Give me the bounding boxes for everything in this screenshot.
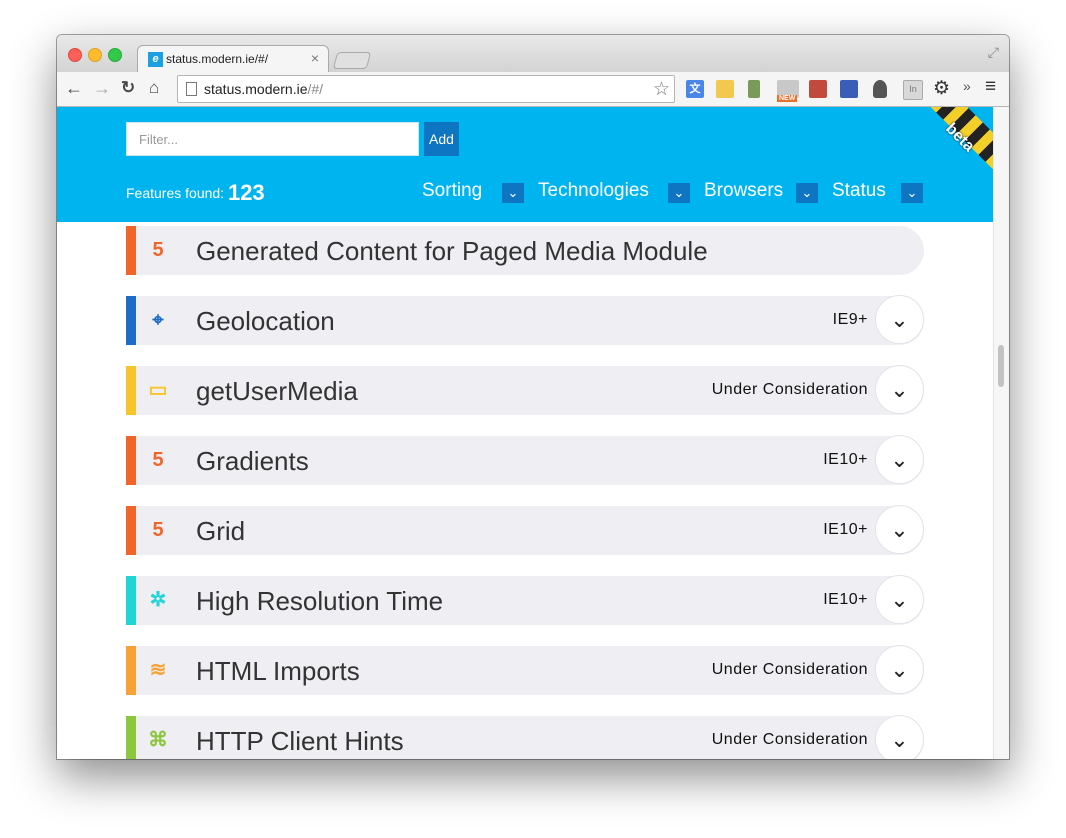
chevron-down-icon[interactable]: ⌄ [901,183,923,203]
feature-status: Under Consideration [711,731,868,748]
feature-row[interactable]: ✲ High Resolution Time IE10+ ⌄ [126,575,924,625]
tab-close-icon[interactable]: × [311,50,319,66]
feature-name: HTML Imports [196,656,360,686]
status-header: Add Features found: 123 Sorting ⌄ Techno… [57,107,1009,222]
feature-row[interactable]: ≋ HTML Imports Under Consideration ⌄ [126,645,924,695]
extension-icon[interactable] [748,80,760,98]
chevron-down-icon[interactable]: ⌄ [875,435,924,484]
browser-window: e status.modern.ie/#/ × ⤢ ← → ↻ ⌂ status… [57,35,1009,759]
address-bar[interactable]: status.modern.ie/#/ ☆ [177,75,675,103]
fullscreen-icon[interactable]: ⤢ [988,44,999,61]
feature-status: IE9+ [832,311,868,328]
feature-row[interactable]: ▭ getUserMedia Under Consideration ⌄ [126,365,924,415]
feature-color-bar [126,296,136,345]
html5-icon: 5 [152,239,164,261]
filter-input[interactable] [126,122,419,156]
scrollbar[interactable] [993,107,1009,759]
more-extensions-icon[interactable]: » [963,78,971,94]
feature-status: Under Consideration [711,381,868,398]
feature-row[interactable]: 5 Grid IE10+ ⌄ [126,505,924,555]
feature-color-bar [126,716,136,759]
forward-icon[interactable]: → [93,77,111,99]
gear-icon[interactable]: ⚙ [933,77,950,100]
ie-favicon-icon: e [148,52,163,67]
chevron-down-icon[interactable]: ⌄ [875,715,924,759]
feature-color-bar [126,506,136,555]
feature-status: Under Consideration [711,661,868,678]
feature-name: Generated Content for Paged Media Module [196,236,708,266]
feature-row[interactable]: ⌖ Geolocation IE9+ ⌄ [126,295,924,345]
technologies-dropdown[interactable]: Technologies [538,180,649,202]
linkedin-extension-icon[interactable]: In [903,80,923,100]
feature-color-bar [126,576,136,625]
html5-icon: 5 [152,449,164,471]
extension-icon[interactable] [809,80,827,98]
feature-name: Geolocation [196,306,335,336]
feature-name: getUserMedia [196,376,358,406]
sorting-dropdown[interactable]: Sorting [422,180,482,202]
status-dropdown[interactable]: Status [832,180,886,202]
feature-name: Grid [196,516,246,546]
home-icon[interactable]: ⌂ [149,77,159,99]
features-count: 123 [227,180,265,205]
chevron-down-icon[interactable]: ⌄ [502,183,524,203]
reload-icon[interactable]: ↻ [121,77,135,99]
chevron-down-icon[interactable]: ⌄ [796,183,818,203]
browser-tab[interactable]: e status.modern.ie/#/ × [137,45,329,73]
new-tab-button[interactable] [332,52,372,69]
window-zoom-button[interactable] [108,48,122,62]
translate-extension-icon[interactable]: 文 [686,80,704,98]
feature-name: Gradients [196,446,309,476]
extension-icon[interactable] [873,80,887,98]
feature-name: High Resolution Time [196,586,444,616]
chevron-down-icon[interactable]: ⌄ [875,295,924,344]
feature-color-bar [126,646,136,695]
tab-title: status.modern.ie/#/ [166,52,269,66]
browser-toolbar: ← → ↻ ⌂ status.modern.ie/#/ ☆ 文 NEW In ⚙… [57,72,1009,107]
feature-status: IE10+ [823,521,868,538]
page-content: Add Features found: 123 Sorting ⌄ Techno… [57,107,1009,759]
chevron-down-icon[interactable]: ⌄ [875,645,924,694]
page-icon [186,82,197,96]
chevron-down-icon[interactable]: ⌄ [875,575,924,624]
new-extension-icon[interactable]: NEW [777,80,799,102]
chevron-down-icon[interactable]: ⌄ [875,365,924,414]
feature-row[interactable]: 5 Gradients IE10+ ⌄ [126,435,924,485]
menu-icon[interactable]: ≡ [985,76,996,98]
feature-name: HTTP Client Hints [196,726,404,756]
back-icon[interactable]: ← [65,77,83,99]
add-button[interactable]: Add [424,122,459,156]
feature-color-bar [126,436,136,485]
bookmark-star-icon[interactable]: ☆ [653,78,670,101]
gear-like-icon: ✲ [149,589,167,611]
features-found: Features found: 123 [126,180,265,206]
media-icon: ▭ [148,379,168,401]
feature-color-bar [126,366,136,415]
window-minimize-button[interactable] [88,48,102,62]
feature-status: IE10+ [823,451,868,468]
feature-row[interactable]: 5 Generated Content for Paged Media Modul… [126,226,924,275]
browsers-dropdown[interactable]: Browsers [704,180,783,202]
chevron-down-icon[interactable]: ⌄ [875,505,924,554]
scrollbar-thumb[interactable] [998,345,1004,387]
extension-icon[interactable] [840,80,858,98]
window-close-button[interactable] [68,48,82,62]
device-icon: ⌖ [152,309,164,331]
feature-status: IE10+ [823,591,868,608]
html5-icon: 5 [152,519,164,541]
tab-bar: e status.modern.ie/#/ × ⤢ [57,35,1009,73]
feature-row[interactable]: ⌘ HTTP Client Hints Under Consideration ⌄ [126,715,924,759]
feature-color-bar [126,226,136,275]
url-text[interactable]: status.modern.ie/#/ [204,81,323,97]
network-icon: ⌘ [148,729,168,751]
extension-icon[interactable] [716,80,734,98]
layers-icon: ≋ [149,659,167,681]
features-found-label: Features found: [126,185,225,201]
chevron-down-icon[interactable]: ⌄ [668,183,690,203]
